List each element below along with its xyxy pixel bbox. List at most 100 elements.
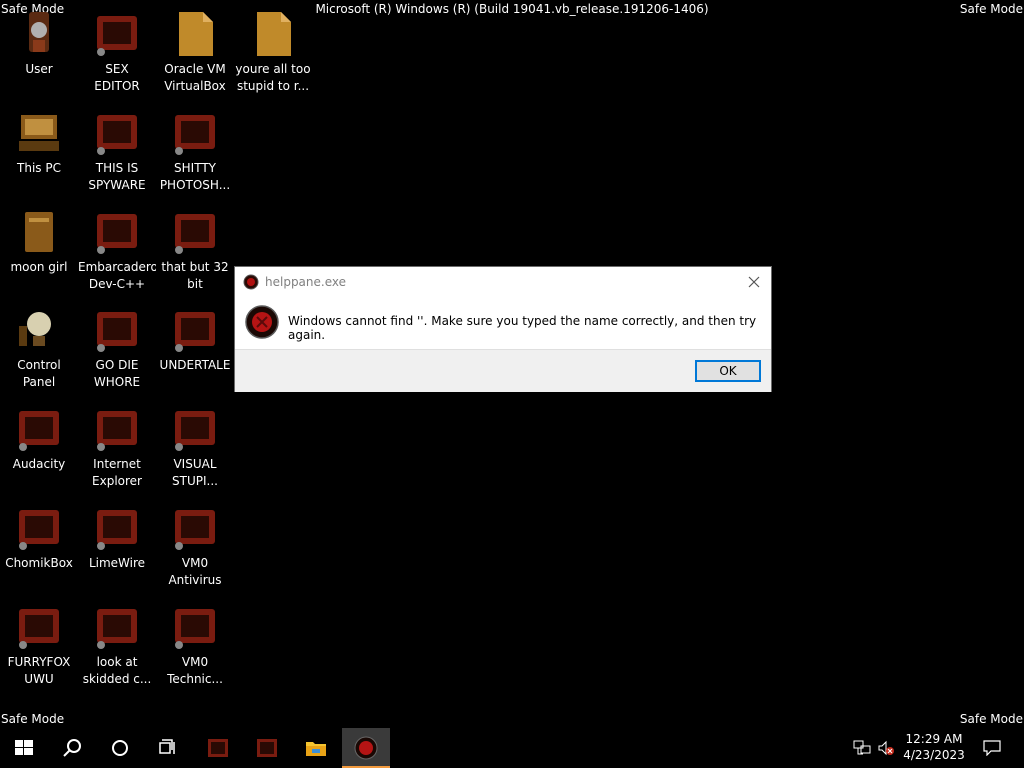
desktop-icon-look-at-skidded[interactable]: look at skidded c... xyxy=(78,597,156,693)
desktop-icon-label: Audacity xyxy=(12,457,66,471)
program-icon xyxy=(19,510,59,550)
clock-date: 4/23/2023 xyxy=(903,748,965,762)
lightbulb-icon xyxy=(19,312,51,346)
search-button[interactable] xyxy=(48,728,96,768)
program-icon xyxy=(19,411,59,451)
desktop-icon-virtualbox[interactable]: Oracle VM VirtualBox xyxy=(156,4,234,100)
desktop-icon-furryfox[interactable]: FURRYFOX UWU xyxy=(0,597,78,693)
desktop-icon-label: ChomikBox xyxy=(5,556,73,570)
program-icon xyxy=(19,609,59,649)
desktop-icon-label: FURRYFOX UWU xyxy=(7,655,71,686)
desktop-icon-that-but-32-bit[interactable]: that but 32 bit xyxy=(156,202,234,298)
computer-icon xyxy=(19,115,59,151)
trash-icon xyxy=(25,212,53,252)
ok-button[interactable]: OK xyxy=(695,360,761,382)
file-explorer-icon xyxy=(306,742,326,756)
network-icon[interactable] xyxy=(853,740,871,756)
safe-mode-label-bottom-right: Safe Mode xyxy=(959,712,1023,726)
program-icon xyxy=(97,510,137,550)
start-icon xyxy=(15,740,33,755)
desktop-icon-visual-stupi[interactable]: VISUAL STUPI... xyxy=(156,399,234,495)
desktop-icon-vm0-antivirus[interactable]: VM0 Antivirus xyxy=(156,498,234,594)
desktop-icon-go-die[interactable]: GO DIE WHORE xyxy=(78,300,156,396)
desktop-icon-user[interactable]: User xyxy=(0,4,78,100)
desktop-icon-this-pc[interactable]: This PC xyxy=(0,103,78,199)
desktop-icon-label: VM0 Technic... xyxy=(167,655,223,686)
search-icon xyxy=(63,739,81,757)
program-icon xyxy=(175,411,215,451)
desktop-icon-label: moon girl xyxy=(10,260,68,274)
notification-icon[interactable] xyxy=(983,740,1001,756)
desktop-icon-label: VISUAL STUPI... xyxy=(172,457,218,488)
volume-muted-icon[interactable] xyxy=(877,740,895,756)
task-view-icon xyxy=(159,739,175,754)
app-icon xyxy=(243,274,259,290)
desktop-icon-embarcadero[interactable]: Embarcadero Dev-C++ xyxy=(78,202,156,298)
desktop-icon-label: This PC xyxy=(17,161,61,175)
taskbar-active-app[interactable] xyxy=(342,728,390,768)
cortana-icon xyxy=(112,740,128,756)
desktop-icon-youre-all-too[interactable]: youre all too stupid to r... xyxy=(234,4,312,100)
desktop-icon-label: LimeWire xyxy=(88,556,146,570)
document-icon xyxy=(257,12,291,56)
program-icon xyxy=(97,411,137,451)
desktop-icon-moon-girl[interactable]: moon girl xyxy=(0,202,78,298)
taskbar-app-1[interactable] xyxy=(194,728,242,768)
program-icon xyxy=(97,609,137,649)
desktop-icon-label: youre all too stupid to r... xyxy=(235,62,311,93)
cortana-button[interactable] xyxy=(96,728,144,768)
error-dialog: helppane.exe Windows cannot find ''. Mak… xyxy=(234,266,772,392)
desktop-icon-vm0-technic[interactable]: VM0 Technic... xyxy=(156,597,234,693)
taskbar-app-2[interactable] xyxy=(243,728,291,768)
desktop-icon-label: SEX EDITOR xyxy=(94,62,140,93)
desktop-icon-undertale[interactable]: UNDERTALE xyxy=(156,300,234,396)
program-icon xyxy=(97,16,137,56)
desktop-icon-audacity[interactable]: Audacity xyxy=(0,399,78,495)
taskbar: 12:29 AM 4/23/2023 xyxy=(0,728,1024,768)
program-icon xyxy=(175,214,215,254)
desktop-icon-label: Embarcadero Dev-C++ xyxy=(78,260,156,291)
program-icon xyxy=(97,214,137,254)
desktop-icon-label: UNDERTALE xyxy=(159,358,231,372)
safe-mode-label-top-right: Safe Mode xyxy=(959,2,1023,16)
desktop-icon-label: VM0 Antivirus xyxy=(168,556,222,587)
desktop-icon-label: Internet Explorer xyxy=(92,457,142,488)
program-icon xyxy=(175,312,215,352)
program-icon xyxy=(97,115,137,155)
desktop-icon-label: that but 32 bit xyxy=(161,260,229,291)
desktop-icon-sex-editor[interactable]: SEX EDITOR xyxy=(78,4,156,100)
clock-time: 12:29 AM xyxy=(905,732,963,746)
program-icon xyxy=(175,510,215,550)
safe-mode-label-bottom-left: Safe Mode xyxy=(1,712,65,726)
program-icon xyxy=(208,739,228,757)
dialog-title: helppane.exe xyxy=(265,275,346,289)
desktop-icon-limewire[interactable]: LimeWire xyxy=(78,498,156,594)
desktop-icon-label: Oracle VM VirtualBox xyxy=(164,62,226,93)
user-folder-icon xyxy=(29,12,49,52)
close-icon[interactable] xyxy=(743,271,765,293)
system-clock[interactable]: 12:29 AM 4/23/2023 xyxy=(900,731,968,763)
program-icon xyxy=(97,312,137,352)
desktop-icon-label: look at skidded c... xyxy=(82,655,152,686)
desktop-icon-internet-explorer[interactable]: Internet Explorer xyxy=(78,399,156,495)
program-icon xyxy=(175,609,215,649)
dialog-message: Windows cannot find ''. Make sure you ty… xyxy=(288,314,757,342)
error-icon xyxy=(245,305,279,339)
dialog-footer: OK xyxy=(235,349,771,392)
taskbar-file-explorer[interactable] xyxy=(292,728,340,768)
start-button[interactable] xyxy=(0,728,48,768)
desktop-icon-chomikbox[interactable]: ChomikBox xyxy=(0,498,78,594)
desktop-icon-shitty-photosh[interactable]: SHITTY PHOTOSH... xyxy=(156,103,234,199)
program-icon xyxy=(175,115,215,155)
program-icon xyxy=(257,739,277,757)
desktop-icon-this-is-spyware[interactable]: THIS IS SPYWARE xyxy=(78,103,156,199)
desktop-icon-label: THIS IS SPYWARE xyxy=(88,161,146,192)
desktop-icon-control-panel[interactable]: Control Panel xyxy=(0,300,78,396)
desktop-icon-label: GO DIE WHORE xyxy=(93,358,141,389)
desktop-icon-label: Control Panel xyxy=(17,358,61,389)
task-view-button[interactable] xyxy=(144,728,192,768)
desktop-icon-label: User xyxy=(25,62,53,76)
error-app-icon xyxy=(354,736,378,760)
document-icon xyxy=(179,12,213,56)
desktop-icon-label: SHITTY PHOTOSH... xyxy=(159,161,231,192)
